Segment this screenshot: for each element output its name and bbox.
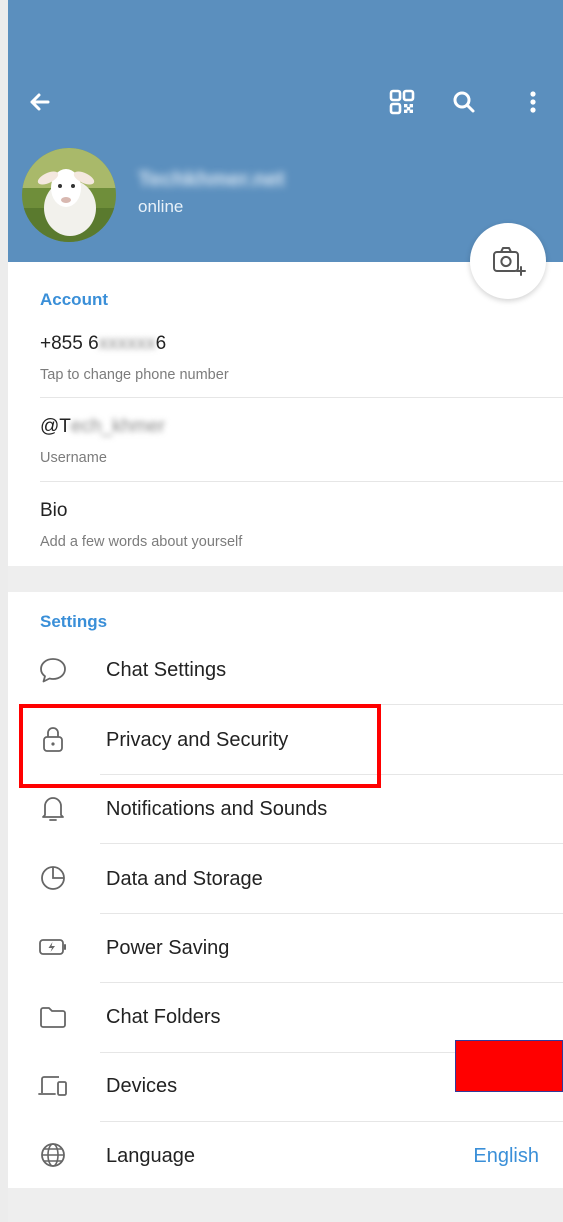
globe-icon bbox=[41, 1143, 65, 1167]
phone-caption: Tap to change phone number bbox=[40, 367, 229, 383]
devices-icon bbox=[38, 1076, 67, 1096]
left-edge-strip bbox=[0, 0, 8, 1222]
settings-item-language[interactable]: Language bbox=[106, 1145, 195, 1168]
bio-title[interactable]: Bio bbox=[40, 500, 67, 522]
username-value[interactable]: @Tech_khmer bbox=[40, 416, 165, 438]
chat-bubble-icon bbox=[40, 658, 66, 683]
settings-item-chat-settings[interactable]: Chat Settings bbox=[106, 659, 226, 682]
phone-prefix: +855 6 bbox=[40, 333, 99, 354]
settings-item-devices[interactable]: Devices bbox=[106, 1075, 177, 1098]
username-prefix: @T bbox=[40, 416, 71, 437]
pie-clock-icon bbox=[41, 866, 65, 890]
folder-icon bbox=[40, 1007, 66, 1028]
divider bbox=[40, 481, 563, 482]
back-arrow-icon[interactable] bbox=[22, 84, 58, 120]
bell-icon bbox=[42, 797, 64, 821]
profile-name: Techkhmer.net bbox=[138, 168, 285, 191]
settings-section-title: Settings bbox=[40, 612, 108, 631]
divider bbox=[40, 397, 563, 398]
username-hidden: ech_khmer bbox=[70, 416, 165, 437]
phone-suffix: 6 bbox=[155, 333, 167, 354]
highlight-annotation-box bbox=[19, 704, 381, 788]
account-section-title: Account bbox=[40, 290, 108, 309]
username-caption: Username bbox=[40, 450, 107, 466]
settings-item-chat-folders[interactable]: Chat Folders bbox=[106, 1006, 221, 1029]
settings-item-notifications[interactable]: Notifications and Sounds bbox=[106, 798, 327, 821]
camera-add-icon bbox=[493, 247, 526, 276]
section-gap bbox=[8, 566, 563, 592]
search-icon[interactable] bbox=[446, 84, 482, 120]
section-gap bbox=[8, 1188, 563, 1222]
qr-code-icon[interactable] bbox=[384, 84, 420, 120]
language-value: English bbox=[473, 1145, 539, 1167]
settings-item-power-saving[interactable]: Power Saving bbox=[106, 937, 229, 960]
divider bbox=[100, 982, 563, 983]
set-photo-button[interactable] bbox=[470, 223, 546, 299]
redaction-block bbox=[455, 1040, 563, 1092]
settings-item-data-storage[interactable]: Data and Storage bbox=[106, 868, 263, 891]
profile-avatar[interactable] bbox=[22, 148, 116, 242]
divider bbox=[100, 913, 563, 914]
more-vert-icon[interactable] bbox=[515, 84, 551, 120]
divider bbox=[100, 843, 563, 844]
profile-status: online bbox=[138, 197, 184, 216]
divider bbox=[100, 1121, 563, 1122]
battery-bolt-icon bbox=[39, 939, 66, 955]
bio-caption: Add a few words about yourself bbox=[40, 534, 243, 550]
phone-number[interactable]: +855 6xxxxxx6 bbox=[40, 333, 166, 355]
phone-hidden-digits: xxxxxx bbox=[98, 333, 156, 354]
